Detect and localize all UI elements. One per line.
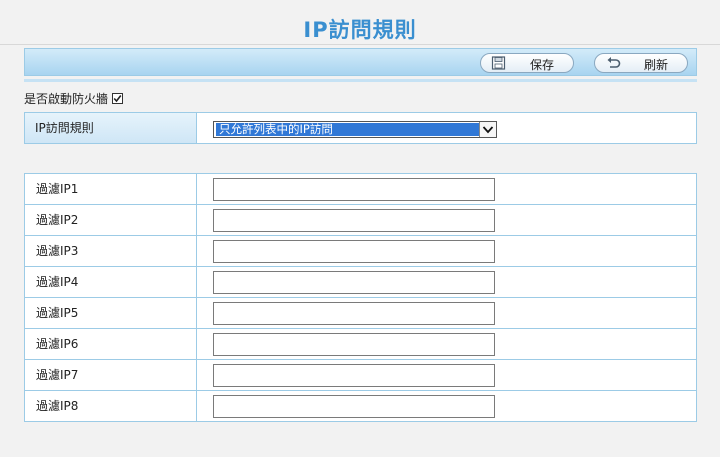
table-row: 過濾IP2: [25, 205, 696, 236]
firewall-checkbox[interactable]: [112, 92, 124, 104]
table-row: 過濾IP3: [25, 236, 696, 267]
filter-ip-label: 過濾IP6: [25, 329, 197, 359]
access-rule-select[interactable]: 只允許列表中的IP訪問: [213, 121, 497, 138]
filter-ip-label: 過濾IP4: [25, 267, 197, 297]
filter-ip5-input[interactable]: [213, 302, 495, 325]
filter-ip-label: 過濾IP8: [25, 391, 197, 421]
table-row: 過濾IP7: [25, 360, 696, 391]
refresh-button-label: 刷新: [643, 58, 668, 72]
save-button[interactable]: 保存: [480, 53, 574, 73]
title-divider: [0, 44, 720, 45]
filter-ip-label: 過濾IP3: [25, 236, 197, 266]
table-row: 過濾IP1: [25, 174, 696, 205]
filter-ip8-input[interactable]: [213, 395, 495, 418]
filter-ip-label: 過濾IP1: [25, 174, 197, 204]
save-icon: [491, 56, 507, 70]
chevron-down-icon[interactable]: [479, 122, 496, 137]
filter-ip1-input[interactable]: [213, 178, 495, 201]
filter-ip-label: 過濾IP5: [25, 298, 197, 328]
toolbar-underline: [24, 79, 697, 82]
table-row: 過濾IP5: [25, 298, 696, 329]
page-title: IP訪問規則: [303, 18, 417, 42]
filter-ip3-input[interactable]: [213, 240, 495, 263]
filter-ip6-input[interactable]: [213, 333, 495, 356]
table-row: 過濾IP8: [25, 391, 696, 421]
table-row: 過濾IP4: [25, 267, 696, 298]
save-button-label: 保存: [529, 58, 554, 72]
refresh-button[interactable]: 刷新: [594, 53, 688, 73]
filter-ip2-input[interactable]: [213, 209, 495, 232]
access-rule-label: IP訪問規則: [25, 113, 197, 143]
firewall-toggle-row: 是否啟動防火牆: [24, 90, 124, 106]
access-rule-row: IP訪問規則 只允許列表中的IP訪問: [24, 112, 697, 144]
toolbar: 保存 刷新: [24, 48, 697, 76]
filter-ip-label: 過濾IP2: [25, 205, 197, 235]
filter-ip4-input[interactable]: [213, 271, 495, 294]
table-row: 過濾IP6: [25, 329, 696, 360]
firewall-label: 是否啟動防火牆: [24, 91, 109, 106]
filter-ip7-input[interactable]: [213, 364, 495, 387]
undo-icon: [605, 56, 621, 70]
filter-ip-label: 過濾IP7: [25, 360, 197, 390]
access-rule-selected-value: 只允許列表中的IP訪問: [216, 123, 479, 136]
filter-ip-table: 過濾IP1 過濾IP2 過濾IP3 過濾IP4 過濾IP5 過濾IP6 過濾IP…: [24, 173, 697, 422]
